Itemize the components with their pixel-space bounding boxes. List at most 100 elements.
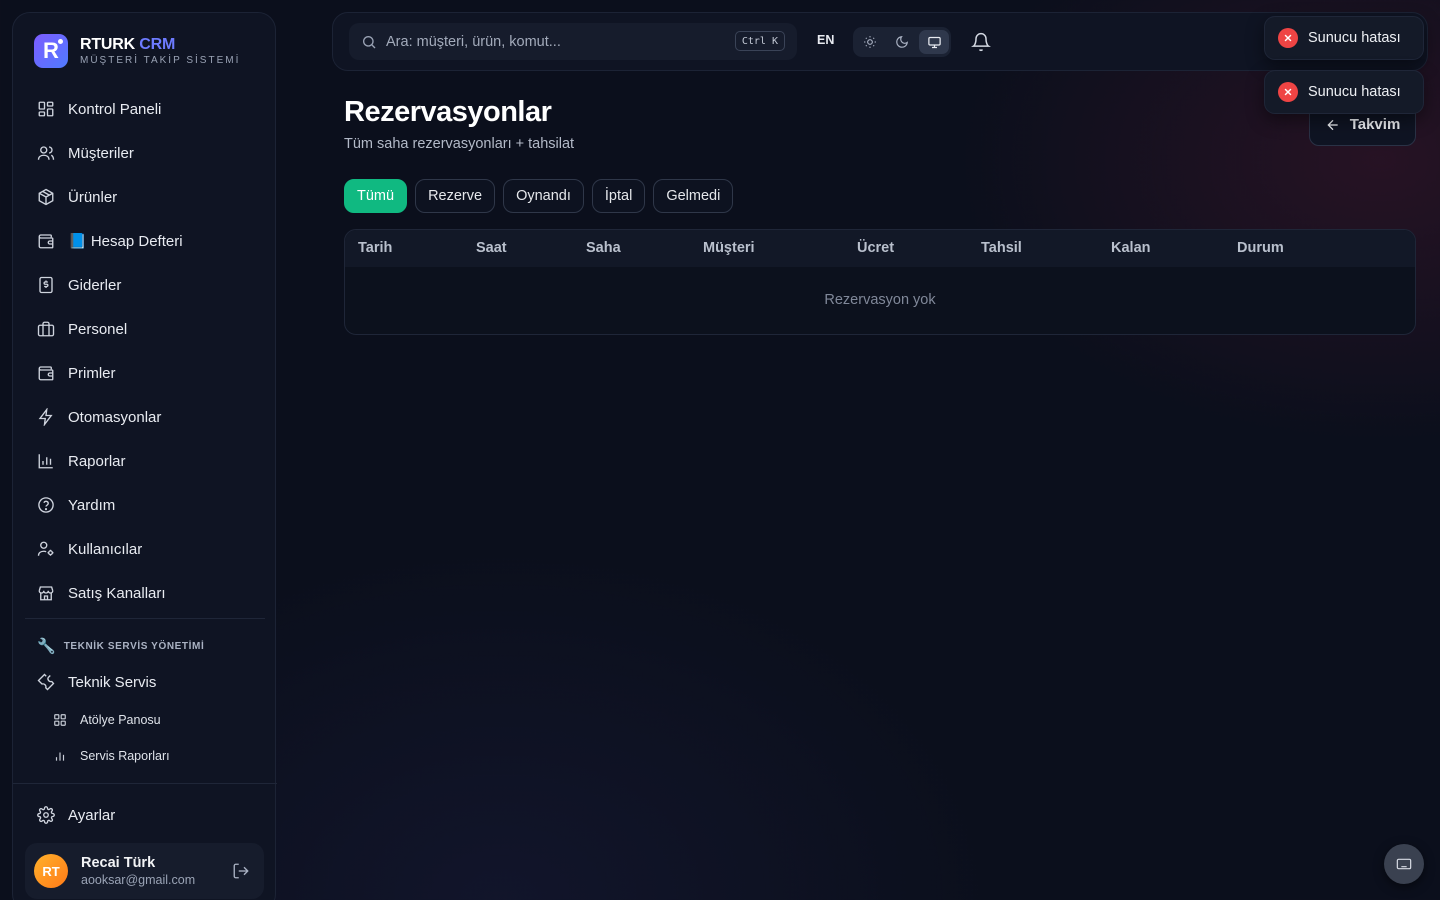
sidebar-item-label: Kontrol Paneli — [68, 100, 162, 118]
bar-chart-icon — [38, 454, 53, 469]
section-title-text: TEKNİK SERVİS YÖNETİMİ — [63, 640, 205, 652]
theme-light-button[interactable] — [855, 30, 885, 54]
sidebar: R RTURK CRM MÜŞTERİ TAKİP SİSTEMİ Kontro… — [12, 12, 277, 900]
brand-subtitle: MÜŞTERİ TAKİP SİSTEMİ — [80, 54, 241, 66]
toast-message: Sunucu hatası — [1308, 30, 1401, 46]
users-icon — [37, 146, 55, 160]
column-header-fee[interactable]: Ücret — [857, 240, 894, 256]
language-toggle[interactable]: EN — [817, 33, 834, 47]
bell-icon[interactable] — [971, 32, 991, 52]
search-box[interactable]: Ctrl K — [349, 23, 797, 60]
wrench-emoji-icon: 🔧 — [37, 638, 56, 655]
brand-name-accent: CRM — [139, 35, 176, 53]
search-icon — [363, 35, 376, 48]
keyboard-icon — [1396, 858, 1412, 870]
sidebar-item-customers[interactable]: Müşteriler — [25, 131, 265, 175]
column-header-date[interactable]: Tarih — [358, 240, 392, 256]
moon-icon — [896, 36, 908, 48]
sidebar-item-bonuses[interactable]: Primler — [25, 351, 265, 395]
sidebar-item-users[interactable]: Kullanıcılar — [25, 527, 265, 571]
sidebar-item-ledger[interactable]: 📘 Hesap Defteri — [25, 219, 265, 263]
sidebar-item-label: Kullanıcılar — [68, 540, 143, 558]
sidebar-subitem-label: Servis Raporları — [80, 749, 170, 763]
sidebar-item-reports[interactable]: Raporlar — [25, 439, 265, 483]
sidebar-item-label: Giderler — [68, 276, 122, 294]
sidebar-item-label: Müşteriler — [68, 144, 134, 162]
keyboard-shortcuts-button[interactable] — [1384, 844, 1424, 884]
sidebar-divider — [25, 618, 265, 619]
sidebar-subitem-service-reports[interactable]: Servis Raporları — [53, 744, 170, 768]
sidebar-item-settings[interactable]: Ayarlar — [25, 793, 265, 837]
sidebar-nav: Kontrol Paneli Müşteriler Ürünler 📘 Hesa… — [25, 87, 265, 615]
sidebar-item-sales-channels[interactable]: Satış Kanalları — [25, 571, 265, 615]
briefcase-icon — [37, 321, 55, 337]
theme-system-button[interactable] — [919, 30, 949, 54]
user-cog-icon — [37, 541, 54, 556]
status-filter-tabs: Tümü Rezerve Oynandı İptal Gelmedi — [344, 179, 734, 213]
sidebar-item-label: Satış Kanalları — [68, 584, 166, 602]
sidebar-item-label: Otomasyonlar — [68, 408, 162, 426]
sidebar-divider — [13, 783, 277, 784]
toast-message: Sunucu hatası — [1308, 84, 1401, 100]
brand[interactable]: R RTURK CRM MÜŞTERİ TAKİP SİSTEMİ — [34, 34, 240, 68]
sidebar-item-help[interactable]: Yardım — [25, 483, 265, 527]
sidebar-item-label: Ürünler — [68, 188, 118, 206]
grid-icon — [54, 714, 66, 726]
gear-icon — [37, 806, 55, 824]
search-input[interactable] — [386, 33, 726, 50]
section-title-technical-service: 🔧 TEKNİK SERVİS YÖNETİMİ — [37, 637, 204, 655]
sidebar-item-products[interactable]: Ürünler — [25, 175, 265, 219]
column-header-time[interactable]: Saat — [476, 240, 507, 256]
user-name: Recai Türk — [81, 855, 156, 871]
page-subtitle: Tüm saha rezervasyonları + tahsilat — [344, 136, 575, 152]
wrench-icon — [37, 673, 55, 691]
theme-dark-button[interactable] — [887, 30, 917, 54]
column-header-field[interactable]: Saha — [586, 240, 621, 256]
error-icon — [1278, 82, 1298, 102]
sidebar-item-dashboard[interactable]: Kontrol Paneli — [25, 87, 265, 131]
grid-icon — [38, 101, 54, 117]
column-header-customer[interactable]: Müşteri — [703, 240, 755, 256]
help-circle-icon — [38, 497, 54, 513]
arrow-left-icon — [1327, 119, 1338, 130]
sidebar-item-label: 📘 Hesap Defteri — [68, 233, 183, 250]
sidebar-item-expenses[interactable]: Giderler — [25, 263, 265, 307]
sun-icon — [864, 36, 876, 48]
logo-letter: R — [43, 38, 59, 63]
logout-icon[interactable] — [232, 862, 250, 880]
store-icon — [38, 586, 54, 601]
filter-played[interactable]: Oynandı — [503, 179, 584, 213]
column-header-status[interactable]: Durum — [1237, 240, 1284, 256]
brand-name-main: RTURK — [80, 35, 135, 53]
column-header-collected[interactable]: Tahsil — [981, 240, 1022, 256]
filter-reserved[interactable]: Rezerve — [415, 179, 496, 213]
sidebar-item-label: Yardım — [68, 496, 116, 514]
sidebar-item-automations[interactable]: Otomasyonlar — [25, 395, 265, 439]
filter-all[interactable]: Tümü — [344, 179, 408, 213]
sidebar-item-staff[interactable]: Personel — [25, 307, 265, 351]
column-header-remaining[interactable]: Kalan — [1111, 240, 1151, 256]
lightning-icon — [38, 408, 53, 426]
bar-chart-icon — [55, 752, 65, 761]
brand-text: RTURK CRM MÜŞTERİ TAKİP SİSTEMİ — [80, 36, 240, 67]
search-shortcut-badge: Ctrl K — [734, 31, 785, 51]
sidebar-item-label: Ayarlar — [68, 806, 116, 824]
error-toast[interactable]: Sunucu hatası — [1264, 70, 1424, 114]
error-toast[interactable]: Sunucu hatası — [1264, 16, 1424, 60]
user-info: Recai Türk aooksar@gmail.com — [81, 854, 195, 888]
sidebar-item-technical-service[interactable]: Teknik Servis — [25, 660, 265, 704]
user-card[interactable]: RT Recai Türk aooksar@gmail.com — [25, 843, 264, 899]
avatar: RT — [34, 854, 68, 888]
receipt-icon — [39, 276, 53, 294]
sidebar-subitem-workshop-board[interactable]: Atölye Panosu — [53, 708, 161, 732]
filter-cancelled[interactable]: İptal — [591, 179, 646, 213]
user-email: aooksar@gmail.com — [81, 873, 196, 887]
page-title: Rezervasyonlar — [344, 96, 552, 128]
brand-logo: R — [34, 34, 68, 68]
sidebar-item-label: Personel — [68, 320, 128, 338]
sidebar-item-label: Teknik Servis — [68, 673, 157, 691]
package-icon — [38, 188, 54, 206]
sidebar-item-label: Primler — [68, 364, 116, 382]
error-icon — [1278, 28, 1298, 48]
filter-no-show[interactable]: Gelmedi — [653, 179, 734, 213]
